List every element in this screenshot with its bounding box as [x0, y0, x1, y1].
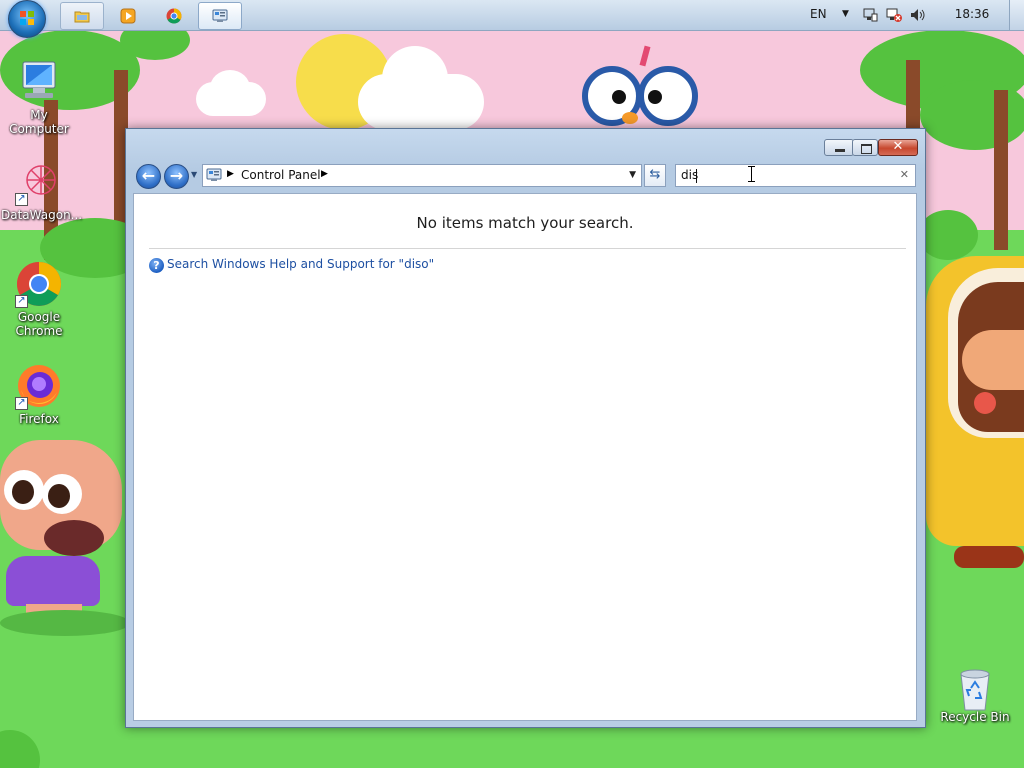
- back-arrow-icon: ←: [141, 166, 156, 185]
- address-bar[interactable]: ▶ Control Panel ▶ ▼: [202, 164, 642, 187]
- taskbar-button-file-explorer[interactable]: [60, 2, 104, 30]
- clear-search-icon[interactable]: ✕: [900, 168, 909, 181]
- desktop-icon-firefox[interactable]: ↗ Firefox: [1, 362, 77, 426]
- close-button[interactable]: ✕: [878, 139, 918, 156]
- windows-logo-icon: [20, 11, 34, 25]
- media-player-icon: [120, 8, 136, 24]
- help-icon: ?: [149, 258, 164, 273]
- refresh-button[interactable]: ⇆: [644, 164, 666, 187]
- chrome-icon: [166, 8, 182, 24]
- search-box[interactable]: dis ✕: [675, 164, 916, 187]
- shortcut-arrow-icon: ↗: [15, 295, 28, 308]
- taskbar-button-chrome[interactable]: [152, 2, 196, 30]
- content-pane: No items match your search. ? Search Win…: [133, 193, 917, 721]
- navigation-bar: ← → ▼ ▶ Control Panel ▶ ▼ ⇆ dis ✕: [134, 163, 917, 189]
- desktop-icon-google-chrome[interactable]: ↗ Google Chrome: [1, 260, 77, 338]
- show-desktop-button[interactable]: [1009, 0, 1024, 30]
- chrome-icon: ↗: [15, 260, 63, 308]
- no-results-message: No items match your search.: [416, 214, 634, 232]
- control-panel-icon: [212, 9, 228, 22]
- restore-icon: [861, 144, 872, 154]
- control-panel-icon: [206, 168, 222, 181]
- refresh-icon: ⇆: [649, 167, 661, 182]
- minimize-icon: [835, 149, 845, 152]
- desktop-icon-label: DataWagon...: [1, 208, 83, 222]
- start-button[interactable]: [8, 0, 46, 38]
- forward-button[interactable]: →: [164, 164, 189, 189]
- forward-arrow-icon: →: [169, 166, 184, 185]
- divider: [149, 248, 906, 249]
- taskbar-button-control-panel[interactable]: [198, 2, 242, 30]
- breadcrumb-control-panel[interactable]: Control Panel: [241, 168, 321, 182]
- desktop-icon-label: Recycle Bin: [940, 710, 1010, 724]
- recent-pages-button[interactable]: ▼: [191, 170, 201, 182]
- computer-icon: [15, 58, 63, 106]
- minimize-button[interactable]: [824, 139, 854, 156]
- chevron-down-icon: ▼: [191, 170, 198, 179]
- firefox-icon: ↗: [15, 362, 63, 410]
- desktop-icon-label: My Computer: [9, 108, 69, 136]
- breadcrumb-separator-icon[interactable]: ▶: [227, 169, 234, 179]
- folder-icon: [74, 11, 90, 23]
- shortcut-arrow-icon: ↗: [15, 397, 28, 410]
- breadcrumb-separator-icon[interactable]: ▶: [321, 169, 328, 179]
- chevron-down-icon[interactable]: ▼: [842, 9, 849, 19]
- text-cursor: [696, 169, 697, 183]
- taskbar: EN ▼ 18:36: [0, 0, 1024, 38]
- mouse-cursor: [748, 166, 755, 182]
- search-help-link-text[interactable]: Search Windows Help and Support for "dis…: [167, 257, 434, 271]
- network-disconnected-icon[interactable]: [886, 8, 902, 22]
- desktop-icon-recycle-bin[interactable]: Recycle Bin: [937, 668, 1013, 724]
- action-center-icon[interactable]: [862, 8, 878, 22]
- address-dropdown-icon[interactable]: ▼: [629, 170, 636, 180]
- language-indicator[interactable]: EN: [810, 7, 827, 21]
- desktop-icon-label: Firefox: [19, 412, 59, 426]
- volume-icon[interactable]: [910, 8, 926, 22]
- desktop-icon-datawagon[interactable]: ↗ DataWagon...: [1, 158, 83, 222]
- datawagon-icon: ↗: [15, 158, 63, 206]
- taskbar-button-media-player[interactable]: [106, 2, 150, 30]
- close-icon: ✕: [892, 139, 904, 154]
- maximize-button[interactable]: [852, 139, 878, 156]
- back-button[interactable]: ←: [136, 164, 161, 189]
- desktop-icon-label: Google Chrome: [15, 310, 63, 338]
- recycle-bin-icon: [955, 668, 995, 711]
- shortcut-arrow-icon: ↗: [15, 193, 28, 206]
- desktop-icon-my-computer[interactable]: My Computer: [1, 58, 77, 136]
- clock[interactable]: 18:36: [944, 7, 1000, 21]
- control-panel-window: ✕ ← → ▼ ▶ Control Panel ▶ ▼ ⇆ dis ✕ No i…: [125, 128, 926, 728]
